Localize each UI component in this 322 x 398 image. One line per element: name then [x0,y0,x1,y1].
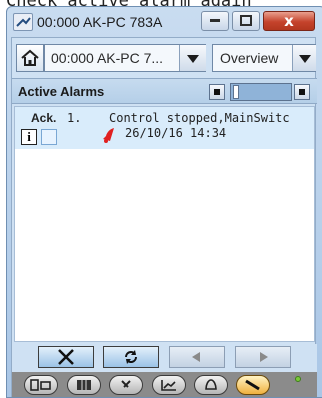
ack-checkbox[interactable] [41,129,57,145]
next-button[interactable] [235,346,291,368]
alarm-timestamp: 26/10/16 14:34 [125,126,227,140]
title-bar[interactable]: 00:000 AK-PC 783A x [7,7,322,37]
refresh-button[interactable] [103,346,159,368]
bell-icon [103,128,114,143]
nav-graph-button[interactable] [152,375,186,395]
refresh-icon [125,350,137,364]
close-icon: x [284,12,294,30]
bell-icon [205,379,217,390]
horizontal-scrollbar[interactable] [230,83,292,101]
arrow-right-icon [260,352,268,362]
alarm-description: Control stopped,MainSwitc [109,111,290,125]
nav-alarms-button[interactable] [194,375,228,395]
tools-icon [121,380,131,388]
device-dropdown-button[interactable] [179,45,206,71]
wrench-icon [245,379,260,391]
maximize-button[interactable] [232,11,260,31]
monitor-icon [13,13,33,31]
delete-button[interactable] [38,346,94,368]
list-header: Active Alarms [12,78,317,104]
arrow-left-icon [192,352,200,362]
view-select-value: Overview [220,50,279,66]
alarm-index: 1. [67,111,82,125]
home-icon [21,49,39,66]
action-bar [12,344,317,372]
app-content: 00:000 AK-PC 7... Overview Active Alarms… [11,37,317,397]
chevron-down-icon [187,55,199,63]
bottom-nav [12,372,317,397]
device-select-value: 00:000 AK-PC 7... [51,50,164,66]
scroll-right-icon [299,89,305,95]
nav-service-button[interactable] [236,375,270,395]
nav-list-button[interactable] [67,375,101,395]
scroll-right-button[interactable] [294,84,310,100]
ack-column-label: Ack. [31,111,57,125]
graph-icon [161,380,176,391]
alarm-list: Ack. 1. Control stopped,MainSwitc 26/10/… [14,106,315,342]
scroll-left-icon [214,89,220,95]
scrollbar-thumb[interactable] [233,85,239,99]
scroll-left-button[interactable] [209,84,225,100]
nav-devices-button[interactable] [24,375,58,395]
previous-button[interactable] [169,346,225,368]
home-button[interactable] [16,44,44,72]
info-icon[interactable]: i [21,129,37,145]
grid-icon [77,380,91,390]
close-button[interactable]: x [263,11,315,31]
view-select[interactable]: Overview [212,44,316,72]
status-led [295,376,301,382]
window-title: 00:000 AK-PC 783A [37,14,163,30]
nav-settings-button[interactable] [109,375,143,395]
device-select[interactable]: 00:000 AK-PC 7... [44,44,206,72]
chevron-down-icon [298,55,311,63]
section-title: Active Alarms [18,84,105,99]
app-window: 00:000 AK-PC 783A x 00:000 AK-PC 7... Ov… [6,6,322,398]
alarm-row[interactable]: Ack. 1. Control stopped,MainSwitc 26/10/… [15,107,314,149]
minimize-button[interactable] [201,11,229,31]
x-icon [58,349,74,365]
view-dropdown-button[interactable] [292,45,316,71]
devices-icon [30,379,51,391]
